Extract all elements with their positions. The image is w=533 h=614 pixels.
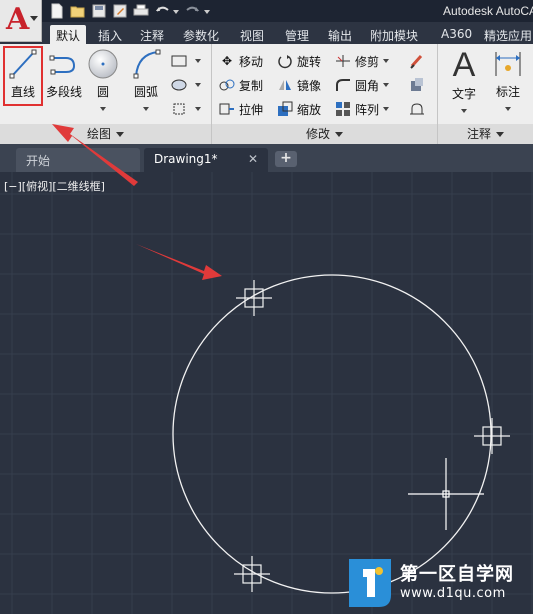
watermark-url: www.d1qu.com xyxy=(400,586,506,601)
watermark-site-name: 第一区自学网 xyxy=(400,564,514,585)
red-arrow-pointer xyxy=(52,124,138,186)
watermark-logo-icon xyxy=(349,559,391,607)
ribbon-arrow-overlay xyxy=(52,124,138,186)
